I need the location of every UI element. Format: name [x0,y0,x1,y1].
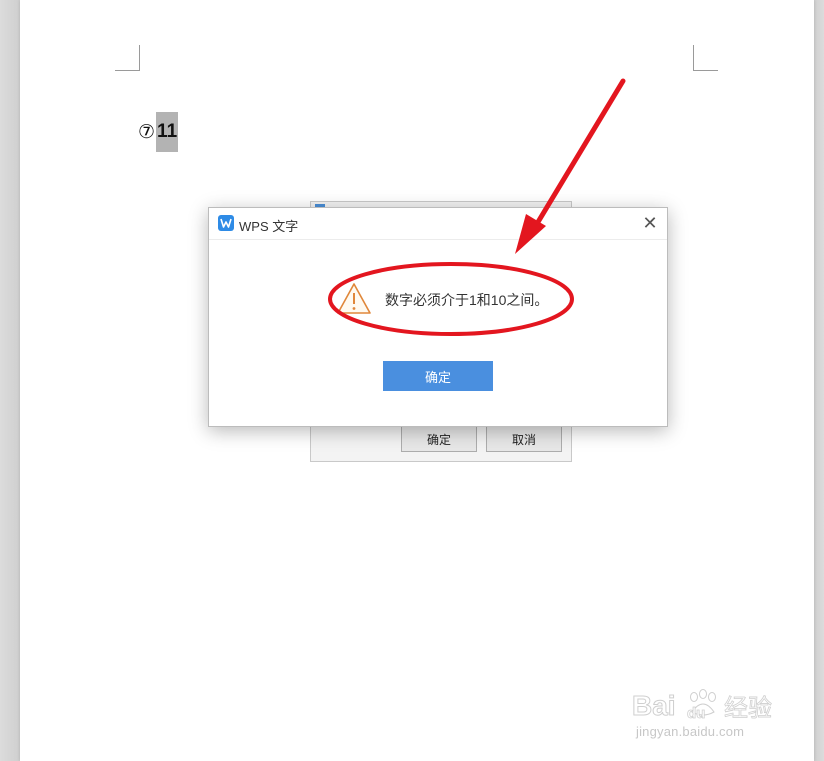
margin-corner-top-left [115,45,140,71]
svg-text:Bai: Bai [632,690,676,721]
dialog-message: 数字必须介于1和10之间。 [385,292,549,308]
message-dialog: WPS 文字 ✕ 数字必须介于1和10之间。 确定 [208,207,668,427]
dialog-title: WPS 文字 [239,219,299,234]
svg-text:du: du [687,705,705,722]
margin-corner-top-right [693,45,718,71]
screen: ⑦ 11 确定 取消 WPS 文字 ✕ 数字必须介于1和10之间。 确定 Bai… [0,0,824,761]
selected-text[interactable]: 11 [156,112,179,152]
watermark-url: jingyan.baidu.com [636,724,745,739]
circled-number: ⑦ [138,121,156,143]
svg-text:经验: 经验 [724,694,772,722]
close-icon[interactable]: ✕ [641,214,659,232]
background-ok-button[interactable]: 确定 [401,426,477,452]
dialog-titlebar[interactable]: WPS 文字 ✕ [209,208,667,240]
workspace-gutter-left [0,0,20,761]
document-text[interactable]: ⑦ 11 [138,112,179,152]
warning-triangle-icon [337,283,371,314]
baidu-jingyan-watermark-logo: Bai du 经验 [632,689,772,722]
workspace-gutter-right [814,0,824,761]
wps-app-icon [218,215,234,231]
background-cancel-button[interactable]: 取消 [486,426,562,452]
ok-button[interactable]: 确定 [383,361,493,391]
